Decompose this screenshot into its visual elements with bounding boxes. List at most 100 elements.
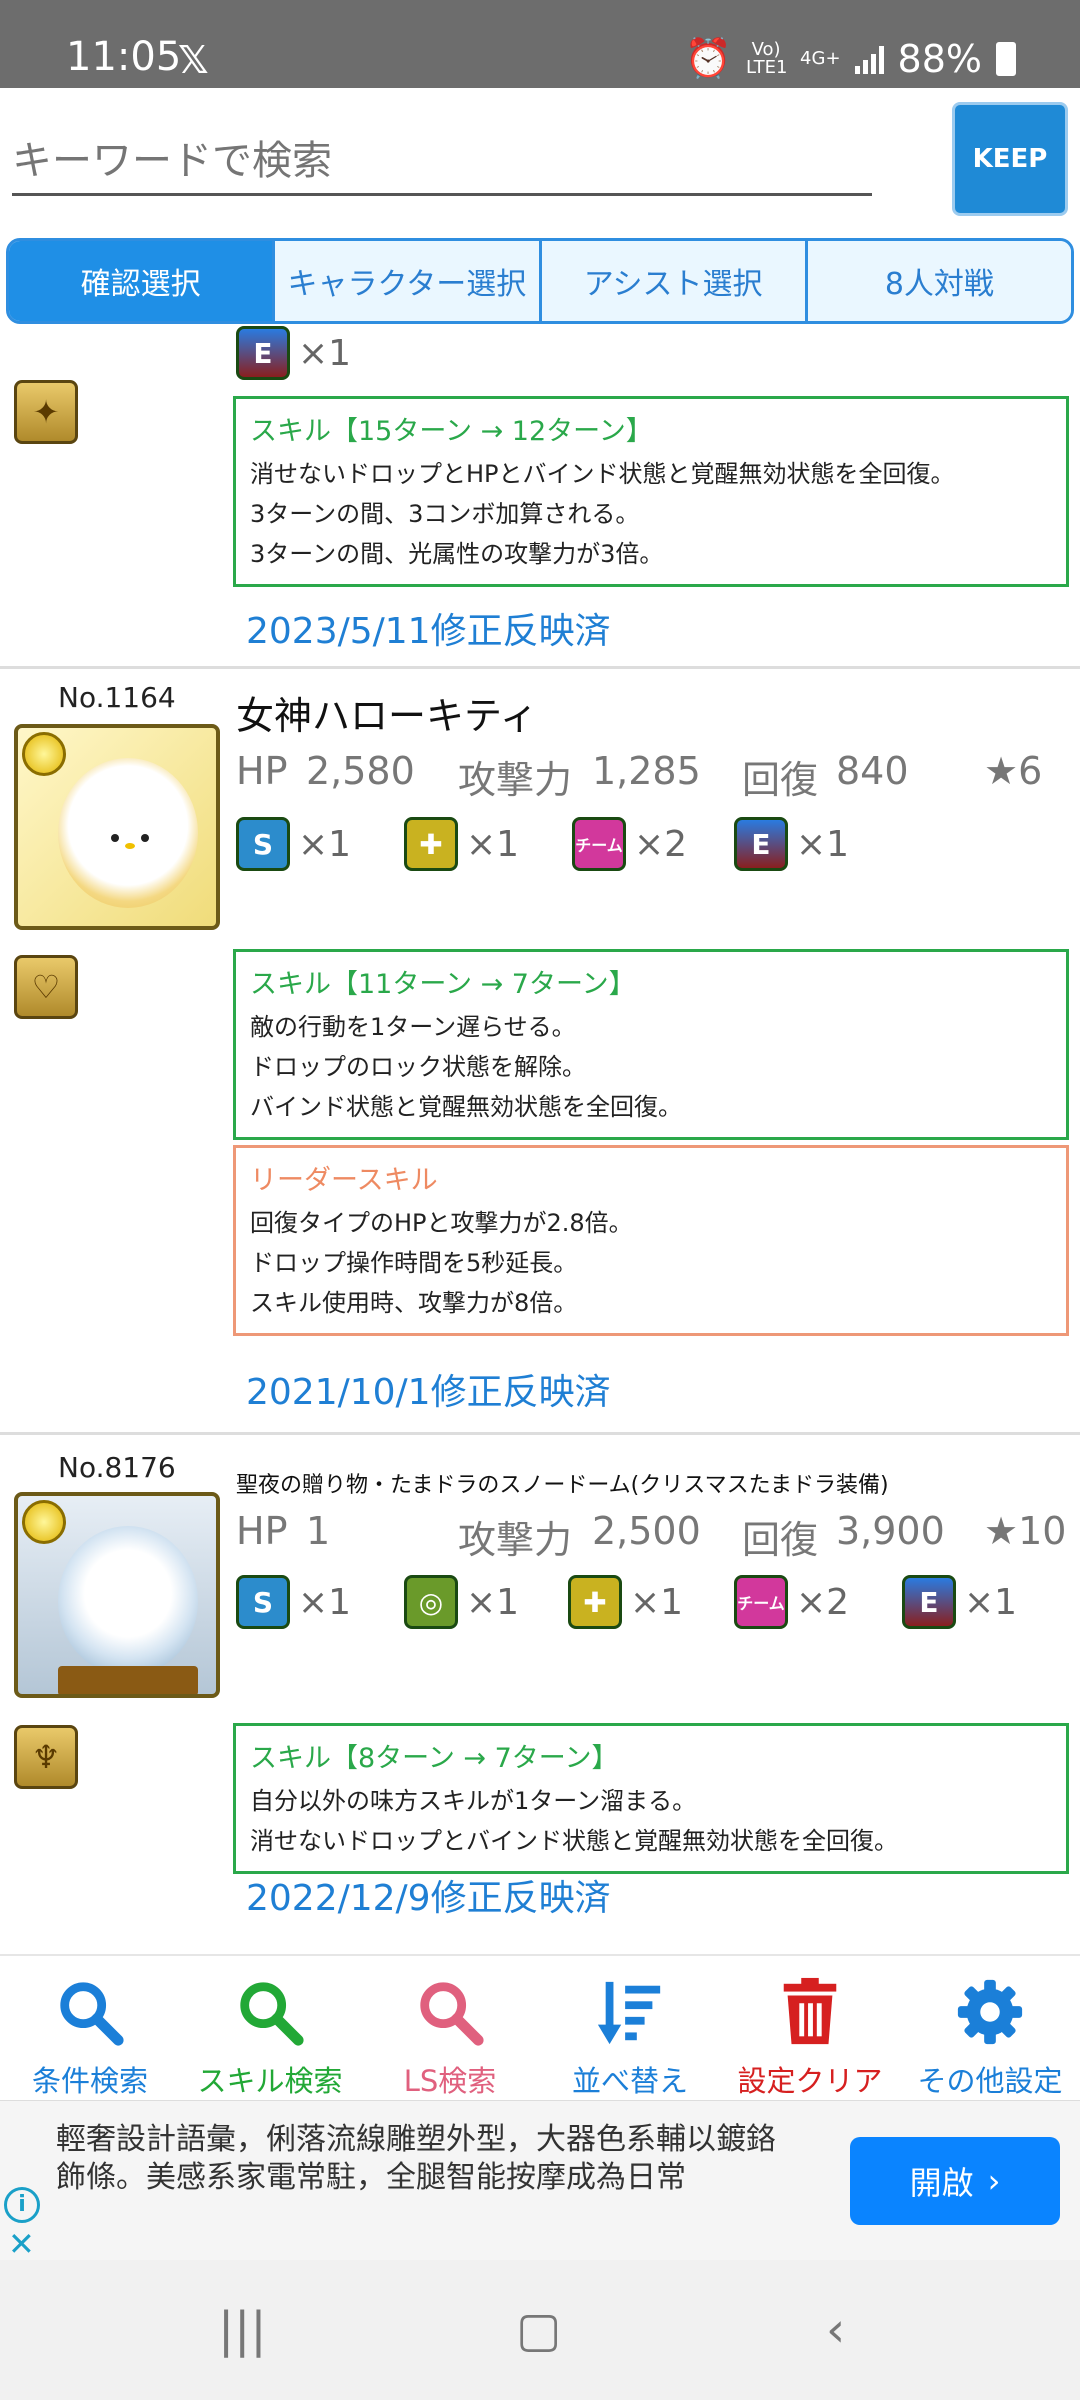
ad-info-icon[interactable]: i [4,2187,40,2223]
skill-line: バインド状態と覚醒無効状態を全回復。 [250,1093,682,1121]
awakening-row: S ×1 ✚ ×1 チーム ×2 E ×1 [236,817,1056,877]
clear-settings-button[interactable]: 設定クリア [720,1956,900,2100]
x-app-icon: 𝕏 [178,38,209,82]
trash-icon [783,1977,837,2045]
ls-search-button[interactable]: LS検索 [360,1956,540,2100]
other-settings-button[interactable]: その他設定 [900,1956,1080,2100]
light-attribute-icon [22,732,66,776]
update-date: 2023/5/11修正反映済 [246,611,611,652]
skill-line: ドロップのロック状態を解除。 [250,1053,586,1081]
skill-line: 敵の行動を1ターン遅らせる。 [250,1013,576,1041]
skill-box: スキル【15ターン → 12ターン】 消せないドロップとHPとバインド状態と覚醒… [233,396,1069,587]
network-type: 4G+ [800,47,841,69]
search-icon [240,1982,304,2046]
skill-line: 消せないドロップとバインド状態と覚醒無効状態を全回復。 [250,1827,898,1855]
hp-value: 2,580 [306,749,415,793]
search-icon [60,1982,124,2046]
ad-banner[interactable]: 輕奢設計語彙，俐落流線雕塑外型，大器色系輔以鍍鉻飾條。美感系家電常駐，全腿智能按… [0,2100,1080,2263]
keep-button[interactable]: KEEP [952,102,1068,216]
nav-label: スキル検索 [197,2064,343,2098]
tab-8-player-battle[interactable]: 8人対戦 [807,241,1071,321]
ad-open-button[interactable]: 開啟 › [850,2137,1060,2225]
sort-icon [597,1981,661,2045]
search-input[interactable] [12,128,872,196]
kitty-face-icon [111,834,149,849]
snow-globe-art [58,1526,198,1676]
awakening-item: ✚ ×1 [568,1575,683,1629]
sort-button[interactable]: 並べ替え [540,1956,720,2100]
awakening-row: S ×1 ◎ ×1 ✚ ×1 チーム ×2 E ×1 [236,1575,1056,1635]
nav-label: その他設定 [917,2064,1063,2098]
nav-label: 設定クリア [737,2064,883,2098]
tab-character-select[interactable]: キャラクター選択 [275,241,542,321]
gear-icon [957,1979,1023,2045]
awakening-item: E ×1 [902,1575,1017,1629]
awakening-item: E ×1 [236,326,351,380]
skill-line: 3ターンの間、3コンボ加算される。 [250,500,640,528]
type-icon: ✦ [14,380,78,444]
monster-portrait[interactable] [14,1492,220,1698]
monster-card[interactable]: ✦ E ×1 スキル【15ターン → 12ターン】 消せないドロップとHPとバイ… [0,324,1080,666]
awakening-item: E ×1 [734,817,849,871]
awakening-item: チーム ×2 [734,1575,849,1629]
rarity: ★10 [984,1509,1067,1553]
skill-search-button[interactable]: スキル検索 [180,1956,360,2100]
condition-search-button[interactable]: 条件検索 [0,1956,180,2100]
back-icon[interactable]: ‹ [826,2302,845,2358]
monster-card[interactable]: No.1164 ♡ 女神ハローキティ HP 2,580 攻撃力 1,285 回復… [0,669,1080,1432]
leader-skill-box: リーダースキル 回復タイプのHPと攻撃力が2.8倍。 ドロップ操作時間を5秒延長… [233,1145,1069,1336]
hp-value: 1 [306,1509,331,1553]
ad-text: 輕奢設計語彙，俐落流線雕塑外型，大器色系輔以鍍鉻飾條。美感系家電常駐，全腿智能按… [56,2122,776,2195]
leader-skill-line: ドロップ操作時間を5秒延長。 [250,1249,578,1277]
skill-header: スキル【8ターン → 7ターン】 [250,1743,619,1774]
result-list[interactable]: ✦ E ×1 スキル【15ターン → 12ターン】 消せないドロップとHPとバイ… [0,324,1080,1954]
awakening-item: ◎ ×1 [404,1575,519,1629]
rcv-label: 回復 [742,1518,819,1562]
monster-number: No.1164 [58,681,176,714]
nav-label: 並べ替え [571,2064,688,2098]
battery-icon [996,41,1016,76]
selection-tabs: 確認選択 キャラクター選択 アシスト選択 8人対戦 [6,238,1074,324]
skill-boost-icon: S [236,817,290,871]
status-icons: ⏰ Vo) LTE1 4G+ 88% [685,36,1016,81]
volte-indicator: Vo) LTE1 [746,38,788,78]
hp-label: HP [236,1509,288,1553]
tab-assist-select[interactable]: アシスト選択 [541,241,808,321]
skill-box: スキル【11ターン → 7ターン】 敵の行動を1ターン遅らせる。 ドロップのロッ… [233,949,1069,1140]
ad-close-icon[interactable]: ✕ [8,2225,35,2263]
monster-number: No.8176 [58,1451,176,1484]
rcv-value: 840 [836,749,909,793]
nav-label: 条件検索 [31,2064,148,2098]
team-icon: チーム [734,1575,788,1629]
awakening-icon: E [236,326,290,380]
home-icon[interactable]: ▢ [516,2302,561,2358]
awakening-item: S ×1 [236,1575,351,1629]
alarm-icon: ⏰ [684,36,733,80]
recent-apps-icon[interactable]: ||| [218,2302,267,2358]
search-row: KEEP [0,88,1080,238]
awakening-item: S ×1 [236,817,351,871]
clock: 11:05 [66,34,182,80]
chevron-right-icon: › [987,2162,1001,2200]
status-bar: 11:05 𝕏 ⏰ Vo) LTE1 4G+ 88% [0,0,1080,88]
rcv-value: 3,900 [836,1509,945,1553]
hp-label: HP [236,749,288,793]
search-icon [420,1982,484,2046]
battery-percent: 88% [897,36,982,81]
dragon-type-icon: ♆ [14,1725,78,1789]
monster-portrait[interactable] [14,724,220,930]
leader-skill-line: スキル使用時、攻撃力が8倍。 [250,1289,578,1317]
monster-card[interactable]: No.8176 ♆ 聖夜の贈り物・たまドラのスノードーム(クリスマスたまドラ装備… [0,1435,1080,1954]
atk-value: 1,285 [592,749,701,793]
atk-label: 攻撃力 [458,758,573,802]
monster-stats: HP 2,580 攻撃力 1,285 回復 840 ★6 [236,749,1056,802]
skill-line: 3ターンの間、光属性の攻撃力が3倍。 [250,540,664,568]
update-date: 2022/12/9修正反映済 [246,1878,611,1919]
tab-confirm-select[interactable]: 確認選択 [9,241,276,321]
light-attribute-icon [22,1500,66,1544]
leader-skill-header: リーダースキル [250,1165,438,1196]
ad-open-label: 開啟 [909,2164,974,2202]
rarity: ★6 [984,749,1043,793]
nav-label: LS検索 [403,2064,497,2098]
awakening-item: チーム ×2 [572,817,687,871]
